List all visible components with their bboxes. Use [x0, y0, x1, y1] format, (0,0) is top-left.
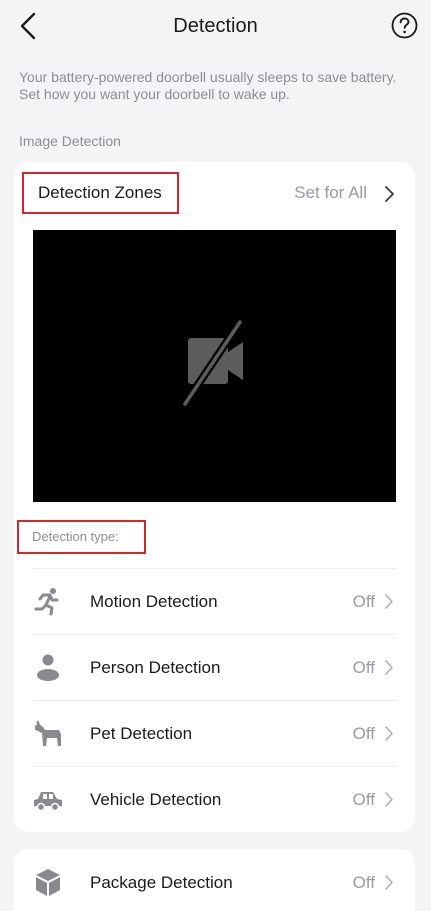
chevron-right-icon	[385, 875, 393, 890]
image-detection-card: Detection Zones Set for All Detection ty…	[14, 162, 415, 832]
pet-detection-row[interactable]: Pet Detection Off	[14, 700, 415, 766]
divider	[33, 700, 396, 701]
person-detection-status: Off	[352, 658, 375, 677]
detection-zones-title: Detection Zones	[22, 172, 179, 214]
chevron-right-icon	[385, 186, 394, 202]
package-box-icon	[36, 869, 60, 896]
vehicle-detection-status: Off	[352, 790, 375, 809]
motion-detection-label: Motion Detection	[90, 592, 218, 611]
help-question-icon[interactable]	[391, 12, 418, 39]
person-icon	[37, 654, 59, 681]
page-title: Detection	[173, 15, 258, 37]
person-detection-row[interactable]: Person Detection Off	[14, 634, 415, 700]
car-icon	[34, 792, 62, 812]
chevron-right-icon	[385, 726, 393, 741]
intro-description: Your battery-powered doorbell usually sl…	[19, 69, 397, 102]
person-detection-label: Person Detection	[90, 658, 221, 677]
header-bar: Detection	[0, 0, 431, 54]
motion-detection-status: Off	[352, 592, 375, 611]
package-detection-status: Off	[352, 873, 375, 892]
package-detection-label: Package Detection	[90, 873, 233, 892]
chevron-right-icon	[385, 660, 393, 675]
dog-icon	[35, 720, 61, 746]
running-person-icon	[34, 588, 59, 616]
image-detection-section-label: Image Detection	[19, 133, 121, 149]
camera-off-icon	[181, 318, 244, 408]
detection-zones-row[interactable]: Detection Zones Set for All	[14, 162, 415, 226]
chevron-right-icon	[385, 792, 393, 807]
package-detection-row[interactable]: Package Detection Off	[14, 849, 415, 911]
pet-detection-status: Off	[352, 724, 375, 743]
pet-detection-label: Pet Detection	[90, 724, 193, 743]
divider	[33, 634, 396, 635]
detection-type-label: Detection type:	[17, 520, 146, 554]
chevron-right-icon	[385, 594, 393, 609]
package-detection-card: Package Detection Off	[14, 849, 415, 911]
divider	[33, 766, 396, 767]
divider	[33, 568, 396, 569]
set-for-all-link[interactable]: Set for All	[294, 183, 367, 203]
camera-preview[interactable]	[33, 230, 396, 502]
vehicle-detection-row[interactable]: Vehicle Detection Off	[14, 766, 415, 832]
motion-detection-row[interactable]: Motion Detection Off	[14, 568, 415, 634]
vehicle-detection-label: Vehicle Detection	[90, 790, 222, 809]
